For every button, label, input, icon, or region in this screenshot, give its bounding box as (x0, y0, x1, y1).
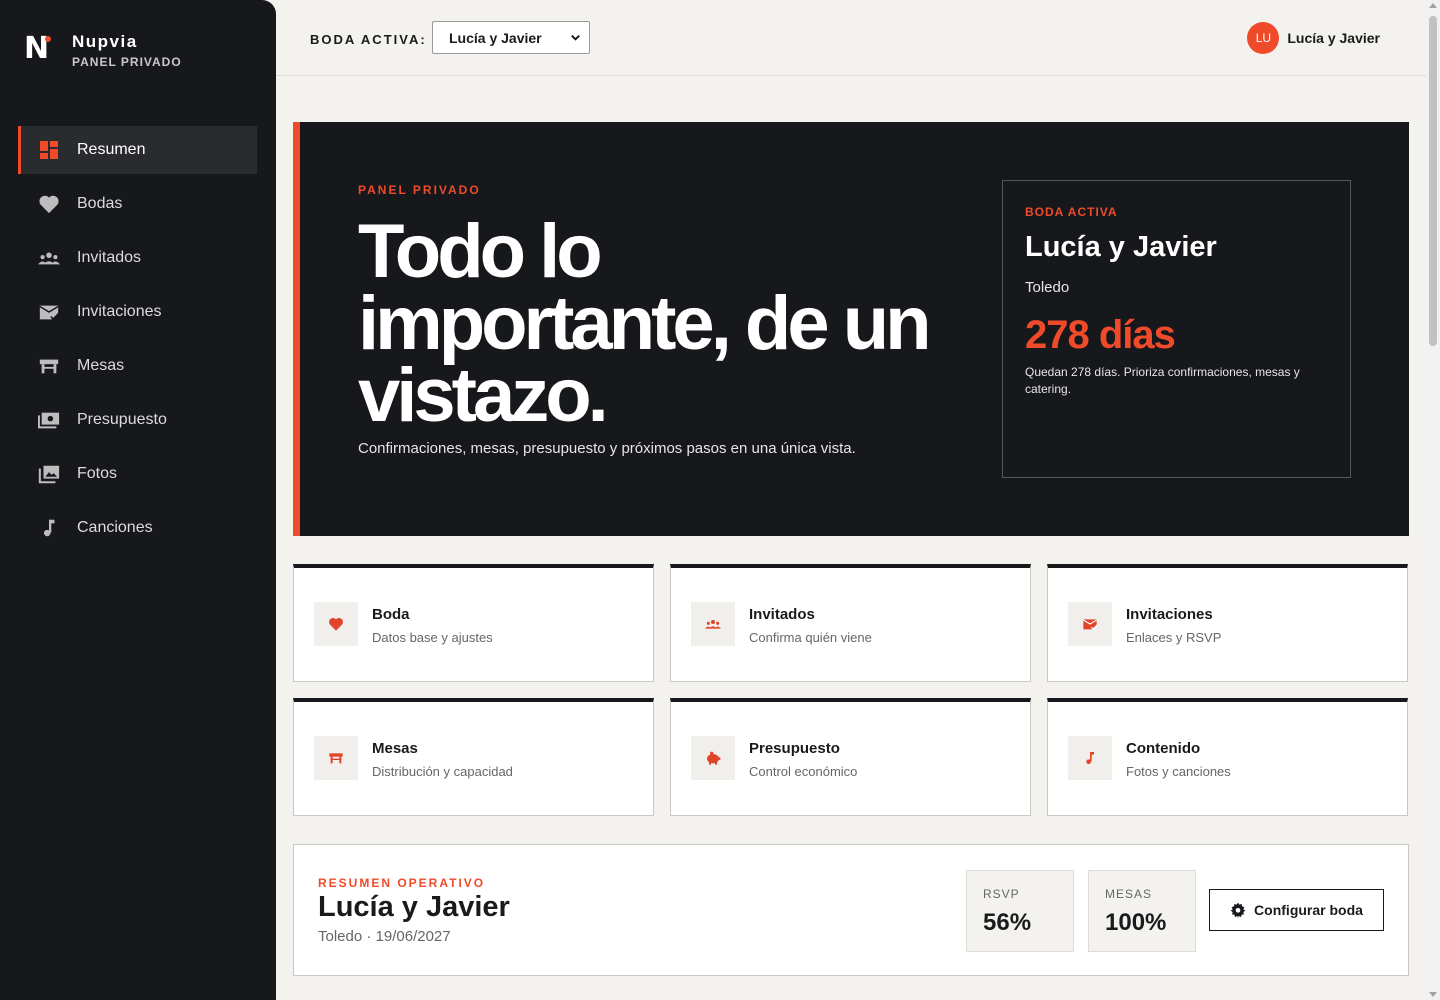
sidebar-item-bodas[interactable]: Bodas (18, 180, 257, 228)
summary-title: Lucía y Javier (318, 891, 510, 923)
sidebar-item-presupuesto[interactable]: Presupuesto (18, 396, 257, 444)
avatar: LU (1247, 22, 1280, 54)
card-invitados[interactable]: Invitados Confirma quién viene (670, 564, 1031, 682)
card-title: Boda (372, 606, 410, 623)
scroll-down-arrow-icon[interactable] (1429, 992, 1437, 997)
days-remaining: 278 días (1025, 313, 1176, 357)
card-presupuesto[interactable]: Presupuesto Control económico (670, 698, 1031, 816)
money-icon (37, 410, 61, 430)
sidebar-item-label: Invitados (77, 249, 142, 266)
boda-select-value: Lucía y Javier (449, 29, 542, 46)
topbar: BODA ACTIVA: Lucía y Javier LU Lucía y J… (276, 0, 1426, 76)
music-note-icon (37, 518, 61, 538)
card-subtitle: Enlaces y RSVP (1126, 630, 1222, 645)
card-subtitle: Distribución y capacidad (372, 764, 513, 779)
sidebar-item-invitaciones[interactable]: Invitaciones (18, 288, 257, 336)
sidebar-item-mesas[interactable]: Mesas (18, 342, 257, 390)
sidebar-item-label: Canciones (77, 519, 153, 536)
card-title: Invitaciones (1126, 606, 1213, 623)
brand-name: Nupvia (72, 32, 138, 51)
configure-wedding-label: Configurar boda (1254, 902, 1363, 918)
stat-value: 56% (983, 909, 1032, 936)
card-mesas[interactable]: Mesas Distribución y capacidad (293, 698, 654, 816)
hero-title: Todo lo importante, de un vistazo. (358, 209, 932, 438)
scrollbar-thumb[interactable] (1429, 16, 1437, 346)
operational-summary: RESUMEN OPERATIVO Lucía y Javier Toledo … (293, 844, 1409, 976)
card-boda[interactable]: Boda Datos base y ajustes (293, 564, 654, 682)
table-icon (314, 736, 358, 780)
active-wedding-eyebrow: BODA ACTIVA (1025, 205, 1118, 219)
sidebar-item-label: Presupuesto (77, 411, 167, 428)
card-title: Invitados (749, 606, 815, 623)
scroll-up-arrow-icon[interactable] (1429, 3, 1437, 8)
chevron-down-icon (571, 35, 580, 41)
brand[interactable]: N Nupvia PANEL PRIVADO (24, 31, 182, 70)
card-title: Contenido (1126, 740, 1201, 757)
user-menu[interactable]: LU Lucía y Javier (1247, 22, 1380, 54)
card-subtitle: Fotos y canciones (1126, 764, 1231, 779)
boda-select[interactable]: Lucía y Javier (432, 21, 590, 54)
sidebar-item-fotos[interactable]: Fotos (18, 450, 257, 498)
photos-icon (37, 464, 61, 484)
sidebar-item-label: Mesas (77, 357, 125, 374)
heart-icon (37, 194, 61, 214)
user-name: Lucía y Javier (1287, 30, 1380, 46)
table-icon (37, 356, 61, 376)
heart-icon (314, 602, 358, 646)
music-note-icon (1068, 736, 1112, 780)
card-subtitle: Datos base y ajustes (372, 630, 493, 645)
sidebar-item-invitados[interactable]: Invitados (18, 234, 257, 282)
stat-value: 100% (1105, 909, 1167, 936)
summary-eyebrow: RESUMEN OPERATIVO (318, 876, 486, 890)
hero-eyebrow: PANEL PRIVADO (358, 183, 481, 197)
sidebar-item-resumen[interactable]: Resumen (18, 126, 257, 174)
active-wedding-title: Lucía y Javier (1025, 231, 1217, 263)
card-contenido[interactable]: Contenido Fotos y canciones (1047, 698, 1408, 816)
sidebar-item-label: Invitaciones (77, 303, 162, 320)
configure-wedding-button[interactable]: Configurar boda (1209, 889, 1384, 931)
boda-activa-label: BODA ACTIVA: (310, 32, 427, 47)
stat-label: MESAS (1105, 887, 1153, 901)
sidebar-nav: Resumen Bodas Invitados Invitaciones Mes… (18, 126, 257, 558)
nupvia-logo-icon: N (24, 31, 51, 66)
card-invitaciones[interactable]: Invitaciones Enlaces y RSVP (1047, 564, 1408, 682)
active-wedding-card: BODA ACTIVA Lucía y Javier Toledo 278 dí… (1002, 180, 1351, 478)
gear-icon (1230, 902, 1246, 918)
people-icon (37, 248, 61, 268)
piggy-bank-icon (691, 736, 735, 780)
card-subtitle: Confirma quién viene (749, 630, 872, 645)
mail-check-icon (1068, 602, 1112, 646)
sidebar-item-label: Bodas (77, 195, 123, 212)
sidebar: N Nupvia PANEL PRIVADO Resumen Bodas Inv… (0, 0, 276, 1000)
card-title: Mesas (372, 740, 418, 757)
sidebar-item-label: Fotos (77, 465, 118, 482)
dashboard-icon (37, 140, 61, 160)
people-icon (691, 602, 735, 646)
sidebar-item-label: Resumen (77, 141, 146, 158)
stat-rsvp: RSVP 56% (966, 870, 1074, 952)
stat-label: RSVP (983, 887, 1020, 901)
hero-subtitle: Confirmaciones, mesas, presupuesto y pró… (358, 440, 856, 457)
active-wedding-city: Toledo (1025, 279, 1070, 296)
brand-subtitle: PANEL PRIVADO (72, 55, 182, 69)
sidebar-item-canciones[interactable]: Canciones (18, 504, 257, 552)
hero-panel: PANEL PRIVADO Todo lo importante, de un … (293, 122, 1409, 536)
card-subtitle: Control económico (749, 764, 858, 779)
card-title: Presupuesto (749, 740, 840, 757)
stat-mesas: MESAS 100% (1088, 870, 1196, 952)
days-remaining-note: Quedan 278 días. Prioriza confirmaciones… (1025, 365, 1300, 396)
page-scrollbar[interactable] (1426, 0, 1440, 1000)
mail-check-icon (37, 302, 61, 322)
summary-meta: Toledo · 19/06/2027 (318, 928, 451, 945)
